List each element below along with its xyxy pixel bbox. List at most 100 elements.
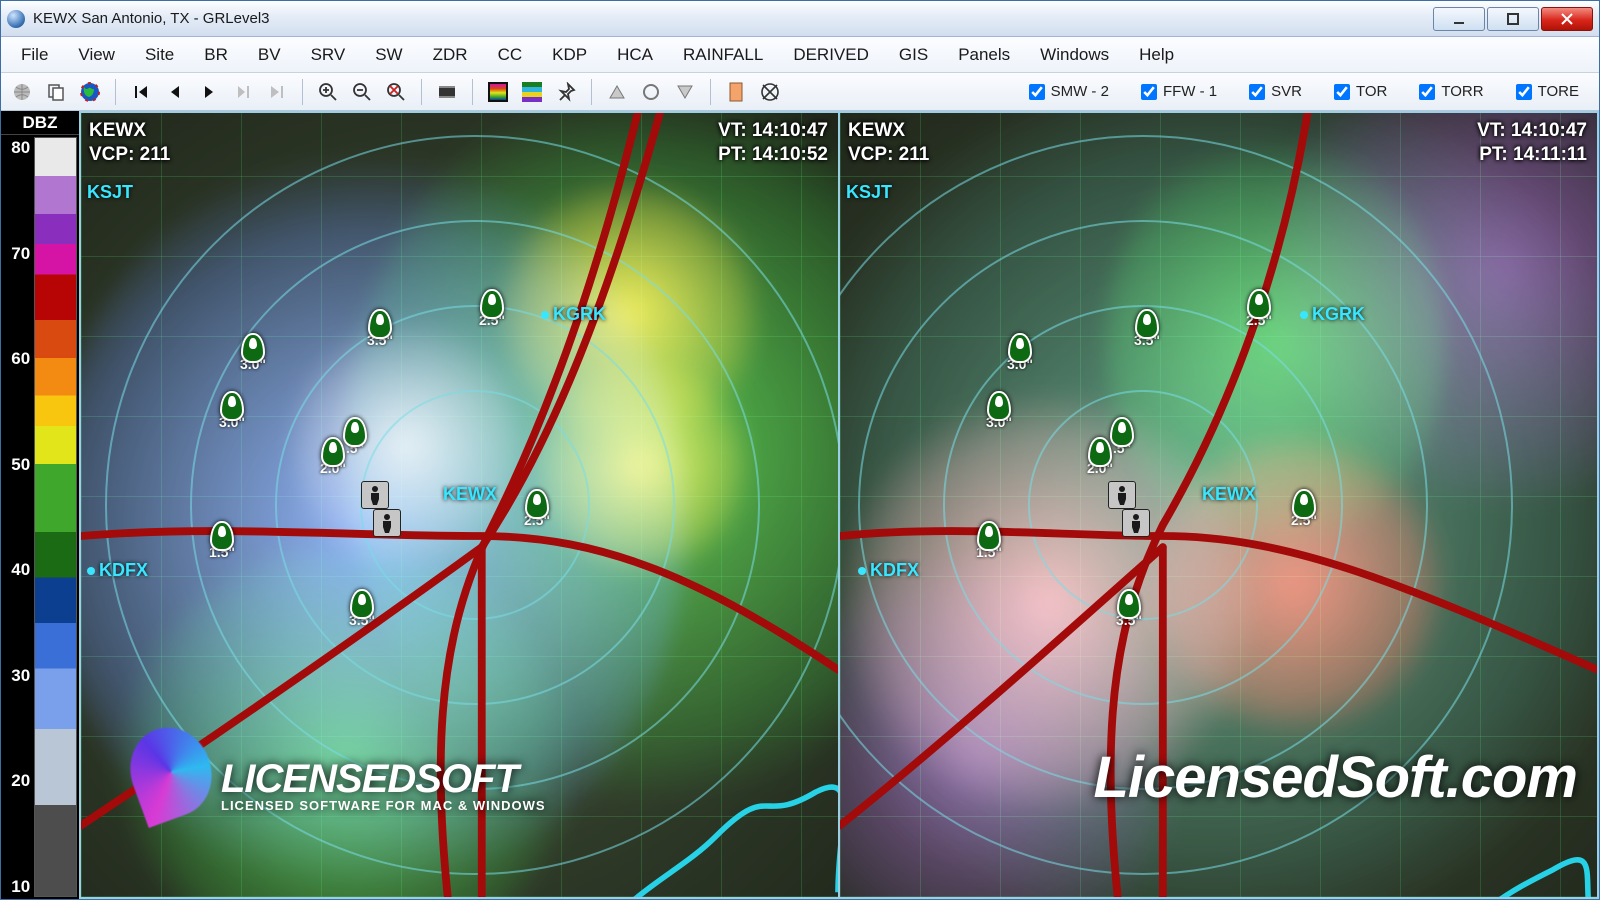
chk-svr[interactable]: SVR	[1249, 83, 1302, 100]
menu-help[interactable]: Help	[1125, 40, 1188, 70]
rain-marker[interactable]: 2.5"	[1240, 289, 1278, 327]
station-ksjt: KSJT	[87, 183, 133, 201]
marker-person-icon[interactable]	[373, 509, 401, 537]
rain-marker[interactable]: 3.0"	[213, 391, 251, 429]
rain-marker[interactable]: 2.5"	[518, 489, 556, 527]
dbz-ticks: 80 70 60 50 40 30 20 10	[1, 135, 32, 899]
menu-windows[interactable]: Windows	[1026, 40, 1123, 70]
tri-down-icon[interactable]	[670, 77, 700, 107]
step-back-icon[interactable]	[160, 77, 190, 107]
chk-tore[interactable]: TORE	[1516, 83, 1579, 100]
watermark-text: LICENSEDSOFT LICENSED SOFTWARE FOR MAC &…	[221, 759, 546, 812]
rain-marker[interactable]: 2.0"	[314, 437, 352, 475]
toolbar-sep	[421, 79, 422, 105]
title-bar[interactable]: KEWX San Antonio, TX - GRLevel3	[1, 1, 1599, 37]
marker-person-icon[interactable]	[1108, 481, 1136, 509]
copy-icon[interactable]	[41, 77, 71, 107]
station-kewx: KEWX	[443, 485, 497, 503]
window-buttons	[1433, 7, 1593, 31]
rain-marker[interactable]: 3.0"	[1001, 333, 1039, 371]
station-kdfx: KDFX	[858, 561, 919, 579]
film-icon[interactable]	[432, 77, 462, 107]
toolbar-sep	[710, 79, 711, 105]
rain-marker[interactable]: 2.5"	[1285, 489, 1323, 527]
content-area: DBZ 80 70 60 50 40 30 20 10	[1, 111, 1599, 899]
app-icon	[7, 10, 25, 28]
rain-marker[interactable]: 2.0"	[1081, 437, 1119, 475]
rain-marker[interactable]: 2.5"	[473, 289, 511, 327]
globe-color-icon[interactable]	[75, 77, 105, 107]
station-kgrk: KGRK	[1300, 305, 1365, 323]
skip-first-icon[interactable]	[126, 77, 156, 107]
palette-b-icon[interactable]	[517, 77, 547, 107]
minimize-button[interactable]	[1433, 7, 1485, 31]
step-fwd-icon[interactable]	[228, 77, 258, 107]
menu-cc[interactable]: CC	[484, 40, 537, 70]
zoom-in-icon[interactable]	[313, 77, 343, 107]
rain-marker[interactable]: 1.5"	[203, 521, 241, 559]
skip-last-icon[interactable]	[262, 77, 292, 107]
marker-person-icon[interactable]	[1122, 509, 1150, 537]
rain-marker[interactable]: 1.5"	[970, 521, 1008, 559]
radar-panels: KSJT KGRK KEWX KDFX 3.0"3.5"2.5"3.0".5"2…	[79, 111, 1599, 899]
panel-info-tl: KEWX VCP: 211	[848, 119, 929, 167]
menu-panels[interactable]: Panels	[944, 40, 1024, 70]
menu-file[interactable]: File	[7, 40, 62, 70]
menu-rainfall[interactable]: RAINFALL	[669, 40, 777, 70]
palette-a-icon[interactable]	[483, 77, 513, 107]
menu-br[interactable]: BR	[190, 40, 242, 70]
window-title: KEWX San Antonio, TX - GRLevel3	[33, 10, 1433, 27]
panel-info-tr: VT: 14:10:47 PT: 14:11:11	[1477, 119, 1587, 167]
station-kdfx: KDFX	[87, 561, 148, 579]
panel-info-tl: KEWX VCP: 211	[89, 119, 170, 167]
menu-hca[interactable]: HCA	[603, 40, 667, 70]
pin-icon[interactable]	[551, 77, 581, 107]
rain-marker[interactable]: 3.0"	[980, 391, 1018, 429]
watermark-url: LicensedSoft.com	[1093, 749, 1577, 807]
menu-zdr[interactable]: ZDR	[419, 40, 482, 70]
app-window: KEWX San Antonio, TX - GRLevel3 File Vie…	[0, 0, 1600, 900]
tool-bar: SMW - 2 FFW - 1 SVR TOR TORR TORE	[1, 73, 1599, 111]
menu-sw[interactable]: SW	[361, 40, 416, 70]
close-button[interactable]	[1541, 7, 1593, 31]
dbz-colorbar	[34, 137, 77, 897]
station-ksjt: KSJT	[846, 183, 892, 201]
chk-smw[interactable]: SMW - 2	[1029, 83, 1109, 100]
menu-srv[interactable]: SRV	[297, 40, 360, 70]
station-kewx: KEWX	[1202, 485, 1256, 503]
zoom-out-icon[interactable]	[347, 77, 377, 107]
panel-info-tr: VT: 14:10:47 PT: 14:10:52	[718, 119, 828, 167]
zoom-reset-icon[interactable]	[381, 77, 411, 107]
rain-marker[interactable]: 3.0"	[234, 333, 272, 371]
chk-ffw[interactable]: FFW - 1	[1141, 83, 1217, 100]
maximize-button[interactable]	[1487, 7, 1539, 31]
menu-bar: File View Site BR BV SRV SW ZDR CC KDP H…	[1, 37, 1599, 73]
toolbar-sep	[591, 79, 592, 105]
globe-gray-icon[interactable]	[7, 77, 37, 107]
menu-derived[interactable]: DERIVED	[779, 40, 883, 70]
toolbar-sep	[302, 79, 303, 105]
rain-marker[interactable]: 3.5"	[1110, 589, 1148, 627]
rain-marker[interactable]: 3.5"	[343, 589, 381, 627]
rain-marker[interactable]: 3.5"	[1128, 309, 1166, 347]
radar-panel-left[interactable]: KSJT KGRK KEWX KDFX 3.0"3.5"2.5"3.0".5"2…	[79, 111, 839, 899]
station-kgrk: KGRK	[541, 305, 606, 323]
crosshair-off-icon[interactable]	[755, 77, 785, 107]
toolbar-sep	[472, 79, 473, 105]
play-icon[interactable]	[194, 77, 224, 107]
slab-icon[interactable]	[721, 77, 751, 107]
menu-gis[interactable]: GIS	[885, 40, 942, 70]
chk-tor[interactable]: TOR	[1334, 83, 1387, 100]
rain-marker[interactable]: 3.5"	[361, 309, 399, 347]
tri-up-icon[interactable]	[602, 77, 632, 107]
menu-view[interactable]: View	[64, 40, 129, 70]
dbz-scale: DBZ 80 70 60 50 40 30 20 10	[1, 111, 79, 899]
menu-kdp[interactable]: KDP	[538, 40, 601, 70]
marker-person-icon[interactable]	[361, 481, 389, 509]
chk-torr[interactable]: TORR	[1419, 83, 1483, 100]
radar-panel-right[interactable]: KSJT KGRK KEWX KDFX 3.0"3.5"2.5"3.0".5"2…	[839, 111, 1599, 899]
menu-bv[interactable]: BV	[244, 40, 295, 70]
circle-icon[interactable]	[636, 77, 666, 107]
menu-site[interactable]: Site	[131, 40, 188, 70]
dbz-header: DBZ	[1, 111, 79, 135]
